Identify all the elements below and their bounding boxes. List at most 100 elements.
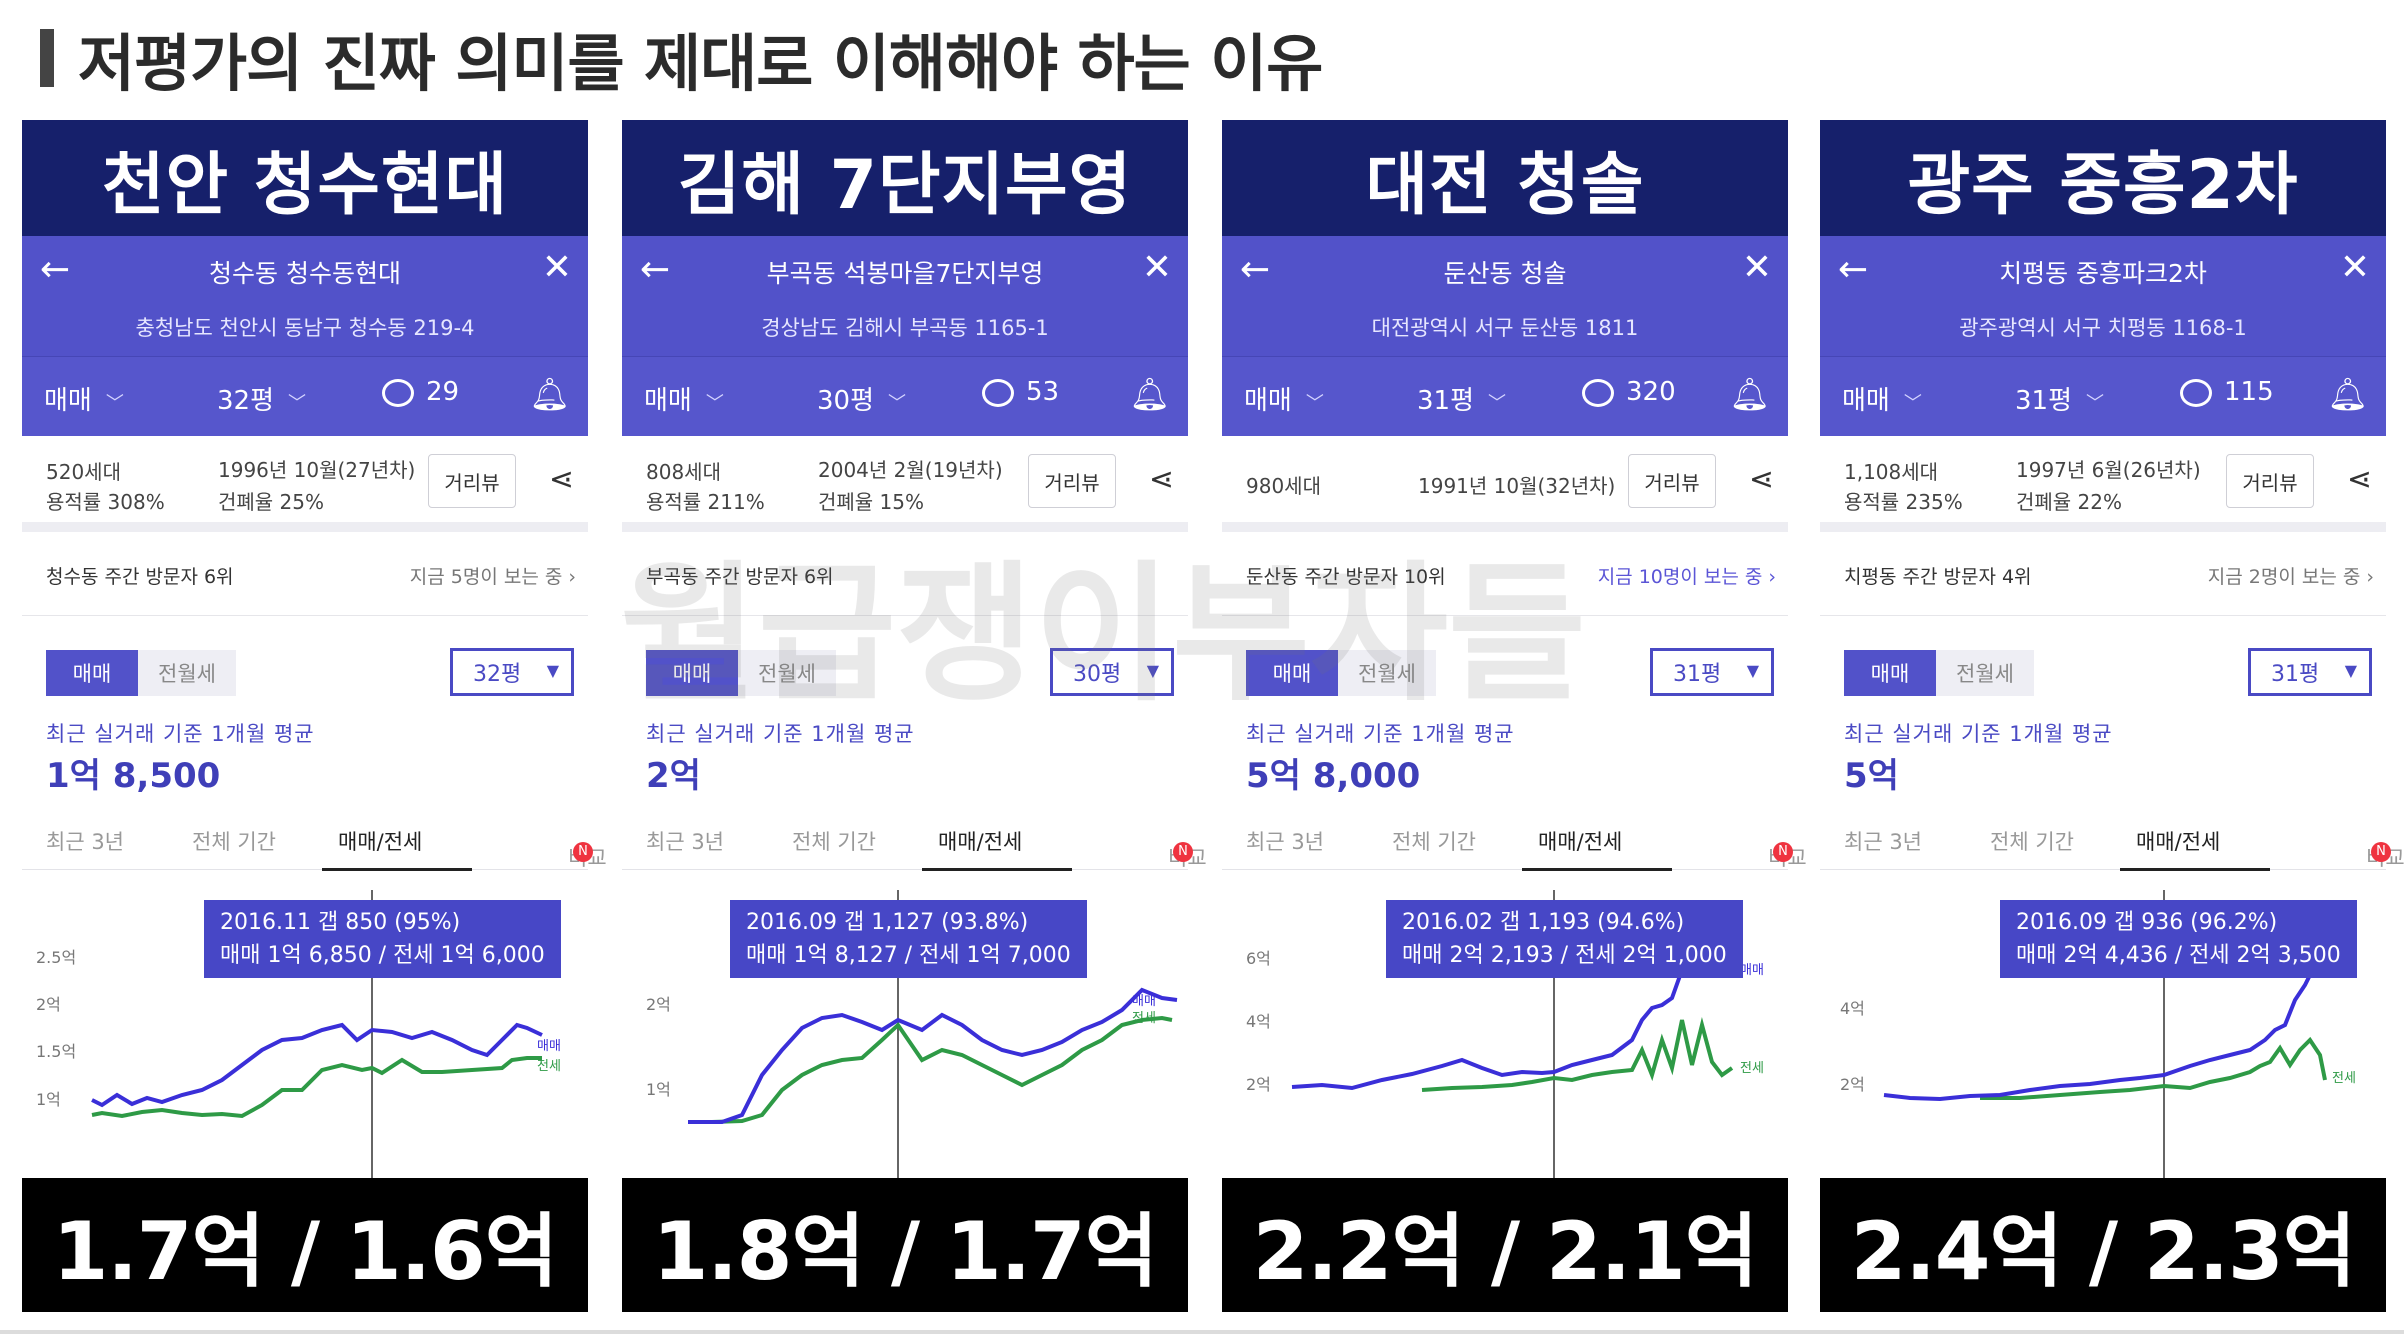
trade-type-dropdown[interactable]: 매매 ﹀	[44, 380, 124, 417]
back-arrow-icon[interactable]: ←	[640, 250, 670, 290]
tab-sale[interactable]: 매매	[646, 650, 738, 696]
title-accent-bar	[40, 28, 54, 87]
close-icon[interactable]: ✕	[542, 248, 572, 288]
tab-sale-jeonse[interactable]: 매매/전세	[2136, 826, 2220, 856]
period-tabs: 최근 3년 전체 기간 매매/전세 비교N	[22, 810, 607, 871]
tab-all-period[interactable]: 전체 기간	[1990, 826, 2074, 856]
tab-sale[interactable]: 매매	[46, 650, 138, 696]
slide-title-text: 저평가의 진짜 의미를 제대로 이해해야 하는 이유	[78, 26, 1323, 100]
tab-sale-jeonse[interactable]: 매매/전세	[338, 826, 422, 856]
apartment-name: 둔산동 청솔	[1443, 259, 1567, 288]
now-viewing-link[interactable]: 지금 5명이 보는 중 ›	[410, 562, 576, 589]
y-tick-label: 2.5억	[36, 948, 76, 967]
transaction-type-toggle: 매매 전월세	[46, 650, 236, 696]
chevron-down-icon: ﹀	[1488, 393, 1507, 414]
back-arrow-icon[interactable]: ←	[1240, 250, 1270, 290]
tab-jeonse[interactable]: 전월세	[1936, 650, 2034, 696]
bell-icon[interactable]: 🔔︎	[1129, 375, 1170, 413]
tab-recent-3y[interactable]: 최근 3년	[646, 826, 724, 856]
now-viewing-link[interactable]: 지금 2명이 보는 중 ›	[2208, 562, 2374, 589]
period-tabs: 최근 3년 전체 기간 매매/전세 비교N	[1820, 810, 2404, 871]
size-dropdown[interactable]: 30평 ﹀	[817, 380, 906, 417]
comments-button[interactable]: 115	[2180, 377, 2274, 407]
comments-button[interactable]: 53	[982, 377, 1059, 407]
share-icon[interactable]: ⋖	[2347, 462, 2372, 497]
built-date: 2004년 2월(19년차)	[818, 458, 1003, 482]
app-tab-bar: 매매 ﹀ 30평 ﹀ 53 🔔︎	[622, 356, 1188, 436]
tooltip-prices: 매매 2억 4,436 / 전세 2억 3,500	[2016, 943, 2341, 968]
trade-type-dropdown[interactable]: 매매 ﹀	[1244, 380, 1324, 417]
close-icon[interactable]: ✕	[1742, 248, 1772, 288]
y-tick-label: 4억	[1246, 1012, 1271, 1031]
bell-icon[interactable]: 🔔︎	[2327, 375, 2368, 413]
tab-jeonse[interactable]: 전월세	[138, 650, 236, 696]
answer-box: 1.8억 / 1.7억	[622, 1178, 1188, 1312]
tab-jeonse[interactable]: 전월세	[738, 650, 836, 696]
average-price: 5억 8,000	[1246, 756, 1421, 796]
weekly-visitor-rank: 둔산동 주간 방문자 10위	[1246, 566, 1446, 588]
size-dropdown[interactable]: 32평 ﹀	[217, 380, 306, 417]
building-coverage-ratio: 건폐율 15%	[818, 490, 925, 514]
back-arrow-icon[interactable]: ←	[1838, 250, 1868, 290]
comments-button[interactable]: 29	[382, 377, 459, 407]
comments-button[interactable]: 320	[1582, 377, 1676, 407]
average-label: 최근 실거래 기준 1개월 평균	[1246, 722, 1515, 746]
visitor-row: 청수동 주간 방문자 6위 지금 5명이 보는 중 ›	[22, 532, 588, 616]
floor-area-ratio: 용적률 235%	[1844, 490, 1963, 514]
tab-sale[interactable]: 매매	[1844, 650, 1936, 696]
tab-recent-3y[interactable]: 최근 3년	[1844, 826, 1922, 856]
panel-header: 대전 청솔	[1222, 120, 1788, 236]
bell-icon[interactable]: 🔔︎	[1729, 375, 1770, 413]
tab-all-period[interactable]: 전체 기간	[792, 826, 876, 856]
now-viewing-link[interactable]: 지금 10명이 보는 중 ›	[1598, 562, 1776, 589]
apartment-name: 치평동 중흥파크2차	[1999, 259, 2207, 288]
tooltip-gap: 2016.11 갭 850 (95%)	[220, 910, 461, 935]
tab-sale[interactable]: 매매	[1246, 650, 1338, 696]
panel-header: 천안 청수현대	[22, 120, 588, 236]
tooltip-gap: 2016.09 갭 936 (96.2%)	[2016, 910, 2278, 935]
y-tick-label: 1억	[646, 1080, 671, 1099]
tab-recent-3y[interactable]: 최근 3년	[1246, 826, 1324, 856]
street-view-button[interactable]: 거리뷰	[2226, 454, 2314, 508]
tooltip-prices: 매매 2억 2,193 / 전세 2억 1,000	[1402, 943, 1727, 968]
share-icon[interactable]: ⋖	[1149, 462, 1174, 497]
size-select[interactable]: 32평 ▼	[450, 648, 574, 696]
average-label: 최근 실거래 기준 1개월 평균	[646, 722, 915, 746]
trade-type-dropdown[interactable]: 매매 ﹀	[1842, 380, 1922, 417]
chevron-down-icon: ﹀	[1305, 393, 1324, 414]
jeonse-series-line	[688, 1015, 1173, 1124]
caret-down-icon: ▼	[1746, 661, 1759, 680]
period-tabs: 최근 3년 전체 기간 매매/전세 비교N	[622, 810, 1207, 871]
floor-area-ratio: 용적률 308%	[46, 490, 165, 514]
close-icon[interactable]: ✕	[1142, 248, 1172, 288]
share-icon[interactable]: ⋖	[549, 462, 574, 497]
share-icon[interactable]: ⋖	[1749, 462, 1774, 497]
apartment-panel-gwangju: 광주 중흥2차 ← 치평동 중흥파크2차 ✕ 광주광역시 서구 치평동 1168…	[1820, 120, 2404, 1312]
tab-all-period[interactable]: 전체 기간	[1392, 826, 1476, 856]
tab-recent-3y[interactable]: 최근 3년	[46, 826, 124, 856]
chart-tooltip: 2016.09 갭 936 (96.2%) 매매 2억 4,436 / 전세 2…	[2000, 900, 2357, 978]
size-select[interactable]: 31평 ▼	[1650, 648, 1774, 696]
back-arrow-icon[interactable]: ←	[40, 250, 70, 290]
size-dropdown[interactable]: 31평 ﹀	[2015, 380, 2104, 417]
app-title-bar: ← 청수동 청수동현대 ✕ 충청남도 천안시 동남구 청수동 219-4	[22, 236, 588, 356]
panel-header: 김해 7단지부영	[622, 120, 1188, 236]
size-select[interactable]: 31평 ▼	[2248, 648, 2372, 696]
chevron-down-icon: ﹀	[888, 393, 907, 414]
caret-down-icon: ▼	[546, 661, 559, 680]
size-select[interactable]: 30평 ▼	[1050, 648, 1174, 696]
trade-type-dropdown[interactable]: 매매 ﹀	[644, 380, 724, 417]
street-view-button[interactable]: 거리뷰	[428, 454, 516, 508]
street-view-button[interactable]: 거리뷰	[1628, 454, 1716, 508]
bell-icon[interactable]: 🔔︎	[529, 375, 570, 413]
tab-sale-jeonse[interactable]: 매매/전세	[1538, 826, 1622, 856]
apartment-address: 대전광역시 서구 둔산동 1811	[1371, 316, 1639, 340]
size-dropdown[interactable]: 31평 ﹀	[1417, 380, 1506, 417]
tab-all-period[interactable]: 전체 기간	[192, 826, 276, 856]
tab-jeonse[interactable]: 전월세	[1338, 650, 1436, 696]
close-icon[interactable]: ✕	[2340, 248, 2370, 288]
active-tab-underline	[922, 868, 1072, 871]
street-view-button[interactable]: 거리뷰	[1028, 454, 1116, 508]
tab-sale-jeonse[interactable]: 매매/전세	[938, 826, 1022, 856]
sale-series-line	[1291, 962, 1732, 1091]
